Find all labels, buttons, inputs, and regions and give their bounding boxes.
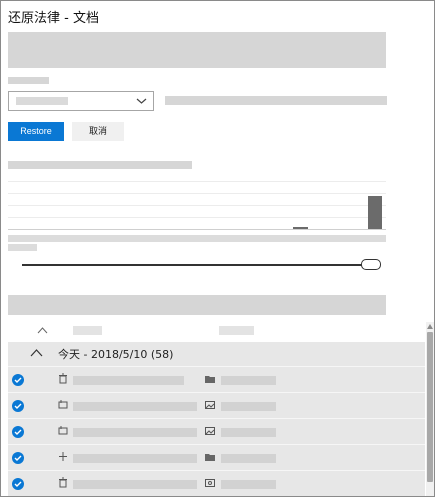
chevron-up-icon[interactable]: [30, 348, 43, 358]
dropdown-value-placeholder: [16, 97, 68, 105]
file-type-placeholder: [221, 376, 276, 385]
image-icon: [205, 401, 215, 409]
chart-gridline: [8, 217, 386, 218]
slider-caption-placeholder: [8, 235, 386, 242]
group-today: 今天 - 2018/5/10 (58): [8, 342, 425, 496]
page-title: 还原法律 - 文档: [8, 11, 99, 26]
chart-gridline: [8, 181, 386, 182]
description-placeholder: [8, 32, 386, 68]
activity-histogram: [8, 178, 386, 230]
file-name-placeholder: [73, 454, 197, 463]
list-column-header: [8, 322, 425, 342]
time-slider-thumb[interactable]: [361, 259, 381, 270]
checkbox-checked-icon[interactable]: [12, 374, 24, 386]
histogram-bar[interactable]: [293, 227, 308, 229]
restore-button[interactable]: Restore: [8, 122, 64, 141]
time-slider-track[interactable]: [22, 264, 372, 266]
list-item[interactable]: [8, 444, 425, 470]
checkbox-checked-icon[interactable]: [12, 452, 24, 464]
selected-date-placeholder: [165, 96, 387, 105]
checkbox-checked-icon[interactable]: [12, 400, 24, 412]
date-range-dropdown[interactable]: [8, 91, 154, 111]
group-header[interactable]: 今天 - 2018/5/10 (58): [8, 342, 425, 366]
histogram-bar[interactable]: [368, 196, 382, 229]
file-name-placeholder: [73, 402, 197, 411]
cancel-button[interactable]: 取消: [72, 122, 124, 141]
folder-icon: [205, 454, 215, 461]
file-icon: [205, 479, 215, 487]
info-bar-placeholder: [8, 295, 386, 315]
checkbox-checked-icon[interactable]: [12, 478, 24, 490]
list-item[interactable]: [8, 418, 425, 444]
list-item[interactable]: [8, 366, 425, 392]
checkbox-checked-icon[interactable]: [12, 426, 24, 438]
chart-gridline: [8, 205, 386, 206]
date-range-label-placeholder: [8, 77, 49, 84]
image-edit-icon: [58, 426, 68, 435]
activity-chart-heading-placeholder: [8, 161, 192, 169]
image-edit-icon: [58, 400, 68, 409]
scrollbar-thumb[interactable]: [427, 332, 433, 482]
chevron-down-icon: [136, 98, 147, 104]
trash-icon: [59, 477, 67, 488]
file-type-placeholder: [221, 454, 276, 463]
list-item[interactable]: [8, 392, 425, 418]
column-header-type-placeholder[interactable]: [219, 326, 254, 335]
list-item[interactable]: [8, 470, 425, 496]
file-type-placeholder: [221, 480, 276, 489]
file-name-placeholder: [73, 376, 184, 385]
chart-gridline: [8, 193, 386, 194]
file-list: 今天 - 2018/5/10 (58): [8, 322, 425, 496]
chart-baseline: [8, 229, 386, 230]
list-scrollbar[interactable]: [426, 322, 434, 496]
slider-caption-placeholder: [8, 244, 37, 251]
column-header-name-placeholder[interactable]: [73, 326, 102, 335]
add-icon: [59, 452, 67, 461]
trash-icon: [59, 373, 67, 384]
chevron-up-icon[interactable]: [427, 324, 433, 329]
group-label: 今天 - 2018/5/10 (58): [58, 348, 174, 361]
file-type-placeholder: [221, 402, 276, 411]
file-name-placeholder: [73, 428, 197, 437]
folder-icon: [205, 376, 215, 383]
file-name-placeholder: [73, 480, 197, 489]
restore-panel: 还原法律 - 文档 Restore 取消 今天 - 2018/5/10 (58): [0, 0, 435, 497]
chevron-up-icon[interactable]: [37, 326, 48, 335]
file-type-placeholder: [221, 428, 276, 437]
image-icon: [205, 427, 215, 435]
